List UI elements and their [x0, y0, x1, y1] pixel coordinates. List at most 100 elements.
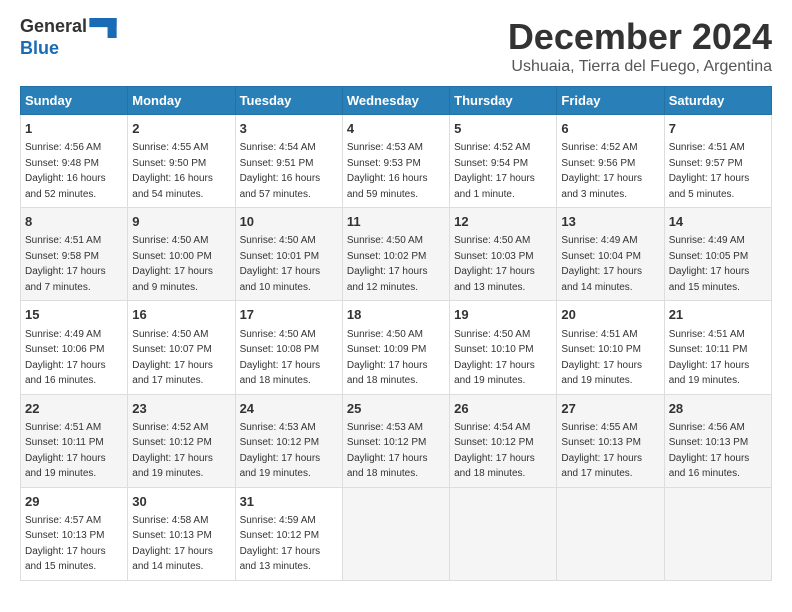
day-number: 10 [240, 213, 338, 231]
calendar-cell: 1 Sunrise: 4:56 AMSunset: 9:48 PMDayligh… [21, 115, 128, 208]
day-number: 9 [132, 213, 230, 231]
calendar-cell: 3 Sunrise: 4:54 AMSunset: 9:51 PMDayligh… [235, 115, 342, 208]
title-area: December 2024 Ushuaia, Tierra del Fuego,… [508, 16, 772, 76]
calendar-cell [342, 487, 449, 580]
calendar-table: SundayMondayTuesdayWednesdayThursdayFrid… [20, 86, 772, 581]
day-number: 25 [347, 400, 445, 418]
calendar-cell: 8 Sunrise: 4:51 AMSunset: 9:58 PMDayligh… [21, 208, 128, 301]
calendar-cell: 18 Sunrise: 4:50 AMSunset: 10:09 PMDayli… [342, 301, 449, 394]
header-sunday: Sunday [21, 87, 128, 115]
day-info: Sunrise: 4:50 AMSunset: 10:10 PMDaylight… [454, 329, 535, 387]
day-info: Sunrise: 4:50 AMSunset: 10:07 PMDaylight… [132, 329, 213, 387]
calendar-cell: 17 Sunrise: 4:50 AMSunset: 10:08 PMDayli… [235, 301, 342, 394]
calendar-week-1: 1 Sunrise: 4:56 AMSunset: 9:48 PMDayligh… [21, 115, 772, 208]
calendar-cell: 22 Sunrise: 4:51 AMSunset: 10:11 PMDayli… [21, 394, 128, 487]
day-number: 15 [25, 306, 123, 324]
day-info: Sunrise: 4:50 AMSunset: 10:02 PMDaylight… [347, 235, 428, 293]
calendar-cell: 5 Sunrise: 4:52 AMSunset: 9:54 PMDayligh… [450, 115, 557, 208]
day-number: 5 [454, 120, 552, 138]
calendar-cell [664, 487, 771, 580]
header-wednesday: Wednesday [342, 87, 449, 115]
header-monday: Monday [128, 87, 235, 115]
day-info: Sunrise: 4:56 AMSunset: 10:13 PMDaylight… [669, 422, 750, 480]
calendar-cell: 19 Sunrise: 4:50 AMSunset: 10:10 PMDayli… [450, 301, 557, 394]
header-friday: Friday [557, 87, 664, 115]
day-number: 22 [25, 400, 123, 418]
calendar-cell: 24 Sunrise: 4:53 AMSunset: 10:12 PMDayli… [235, 394, 342, 487]
calendar-cell: 10 Sunrise: 4:50 AMSunset: 10:01 PMDayli… [235, 208, 342, 301]
day-number: 19 [454, 306, 552, 324]
location-subtitle: Ushuaia, Tierra del Fuego, Argentina [508, 58, 772, 76]
day-info: Sunrise: 4:49 AMSunset: 10:06 PMDaylight… [25, 329, 106, 387]
day-info: Sunrise: 4:55 AMSunset: 10:13 PMDaylight… [561, 422, 642, 480]
calendar-cell: 28 Sunrise: 4:56 AMSunset: 10:13 PMDayli… [664, 394, 771, 487]
calendar-cell: 12 Sunrise: 4:50 AMSunset: 10:03 PMDayli… [450, 208, 557, 301]
day-info: Sunrise: 4:54 AMSunset: 9:51 PMDaylight:… [240, 142, 321, 200]
day-info: Sunrise: 4:53 AMSunset: 10:12 PMDaylight… [240, 422, 321, 480]
day-info: Sunrise: 4:50 AMSunset: 10:03 PMDaylight… [454, 235, 535, 293]
calendar-cell: 16 Sunrise: 4:50 AMSunset: 10:07 PMDayli… [128, 301, 235, 394]
day-info: Sunrise: 4:53 AMSunset: 10:12 PMDaylight… [347, 422, 428, 480]
day-info: Sunrise: 4:52 AMSunset: 9:54 PMDaylight:… [454, 142, 535, 200]
logo-text: General [20, 16, 117, 38]
calendar-cell: 21 Sunrise: 4:51 AMSunset: 10:11 PMDayli… [664, 301, 771, 394]
day-number: 29 [25, 493, 123, 511]
calendar-cell: 4 Sunrise: 4:53 AMSunset: 9:53 PMDayligh… [342, 115, 449, 208]
day-info: Sunrise: 4:52 AMSunset: 9:56 PMDaylight:… [561, 142, 642, 200]
day-number: 7 [669, 120, 767, 138]
day-number: 23 [132, 400, 230, 418]
day-number: 11 [347, 213, 445, 231]
day-number: 13 [561, 213, 659, 231]
calendar-cell: 9 Sunrise: 4:50 AMSunset: 10:00 PMDaylig… [128, 208, 235, 301]
day-number: 27 [561, 400, 659, 418]
calendar-cell: 25 Sunrise: 4:53 AMSunset: 10:12 PMDayli… [342, 394, 449, 487]
day-info: Sunrise: 4:52 AMSunset: 10:12 PMDaylight… [132, 422, 213, 480]
calendar-cell: 13 Sunrise: 4:49 AMSunset: 10:04 PMDayli… [557, 208, 664, 301]
page-header: General Blue December 2024 Ushuaia, Tier… [20, 16, 772, 76]
day-info: Sunrise: 4:49 AMSunset: 10:05 PMDaylight… [669, 235, 750, 293]
day-number: 12 [454, 213, 552, 231]
calendar-cell: 27 Sunrise: 4:55 AMSunset: 10:13 PMDayli… [557, 394, 664, 487]
day-info: Sunrise: 4:53 AMSunset: 9:53 PMDaylight:… [347, 142, 428, 200]
day-number: 31 [240, 493, 338, 511]
month-title: December 2024 [508, 16, 772, 58]
logo-general: General [20, 16, 87, 36]
day-number: 28 [669, 400, 767, 418]
calendar-cell [450, 487, 557, 580]
day-number: 4 [347, 120, 445, 138]
calendar-cell [557, 487, 664, 580]
calendar-cell: 15 Sunrise: 4:49 AMSunset: 10:06 PMDayli… [21, 301, 128, 394]
day-number: 21 [669, 306, 767, 324]
day-number: 20 [561, 306, 659, 324]
calendar-cell: 11 Sunrise: 4:50 AMSunset: 10:02 PMDayli… [342, 208, 449, 301]
day-info: Sunrise: 4:49 AMSunset: 10:04 PMDaylight… [561, 235, 642, 293]
day-info: Sunrise: 4:55 AMSunset: 9:50 PMDaylight:… [132, 142, 213, 200]
day-number: 2 [132, 120, 230, 138]
day-info: Sunrise: 4:51 AMSunset: 9:58 PMDaylight:… [25, 235, 106, 293]
day-info: Sunrise: 4:51 AMSunset: 10:10 PMDaylight… [561, 329, 642, 387]
calendar-cell: 29 Sunrise: 4:57 AMSunset: 10:13 PMDayli… [21, 487, 128, 580]
day-info: Sunrise: 4:51 AMSunset: 10:11 PMDaylight… [669, 329, 750, 387]
day-info: Sunrise: 4:58 AMSunset: 10:13 PMDaylight… [132, 515, 213, 573]
day-info: Sunrise: 4:59 AMSunset: 10:12 PMDaylight… [240, 515, 321, 573]
day-number: 17 [240, 306, 338, 324]
header-tuesday: Tuesday [235, 87, 342, 115]
calendar-cell: 23 Sunrise: 4:52 AMSunset: 10:12 PMDayli… [128, 394, 235, 487]
calendar-week-4: 22 Sunrise: 4:51 AMSunset: 10:11 PMDayli… [21, 394, 772, 487]
day-info: Sunrise: 4:54 AMSunset: 10:12 PMDaylight… [454, 422, 535, 480]
day-info: Sunrise: 4:56 AMSunset: 9:48 PMDaylight:… [25, 142, 106, 200]
calendar-week-2: 8 Sunrise: 4:51 AMSunset: 9:58 PMDayligh… [21, 208, 772, 301]
logo-flag-icon [89, 18, 117, 38]
day-number: 24 [240, 400, 338, 418]
day-number: 14 [669, 213, 767, 231]
header-thursday: Thursday [450, 87, 557, 115]
day-info: Sunrise: 4:57 AMSunset: 10:13 PMDaylight… [25, 515, 106, 573]
day-number: 6 [561, 120, 659, 138]
day-number: 3 [240, 120, 338, 138]
calendar-header-row: SundayMondayTuesdayWednesdayThursdayFrid… [21, 87, 772, 115]
logo-blue: Blue [20, 38, 59, 58]
header-saturday: Saturday [664, 87, 771, 115]
calendar-week-5: 29 Sunrise: 4:57 AMSunset: 10:13 PMDayli… [21, 487, 772, 580]
calendar-cell: 14 Sunrise: 4:49 AMSunset: 10:05 PMDayli… [664, 208, 771, 301]
calendar-cell: 7 Sunrise: 4:51 AMSunset: 9:57 PMDayligh… [664, 115, 771, 208]
